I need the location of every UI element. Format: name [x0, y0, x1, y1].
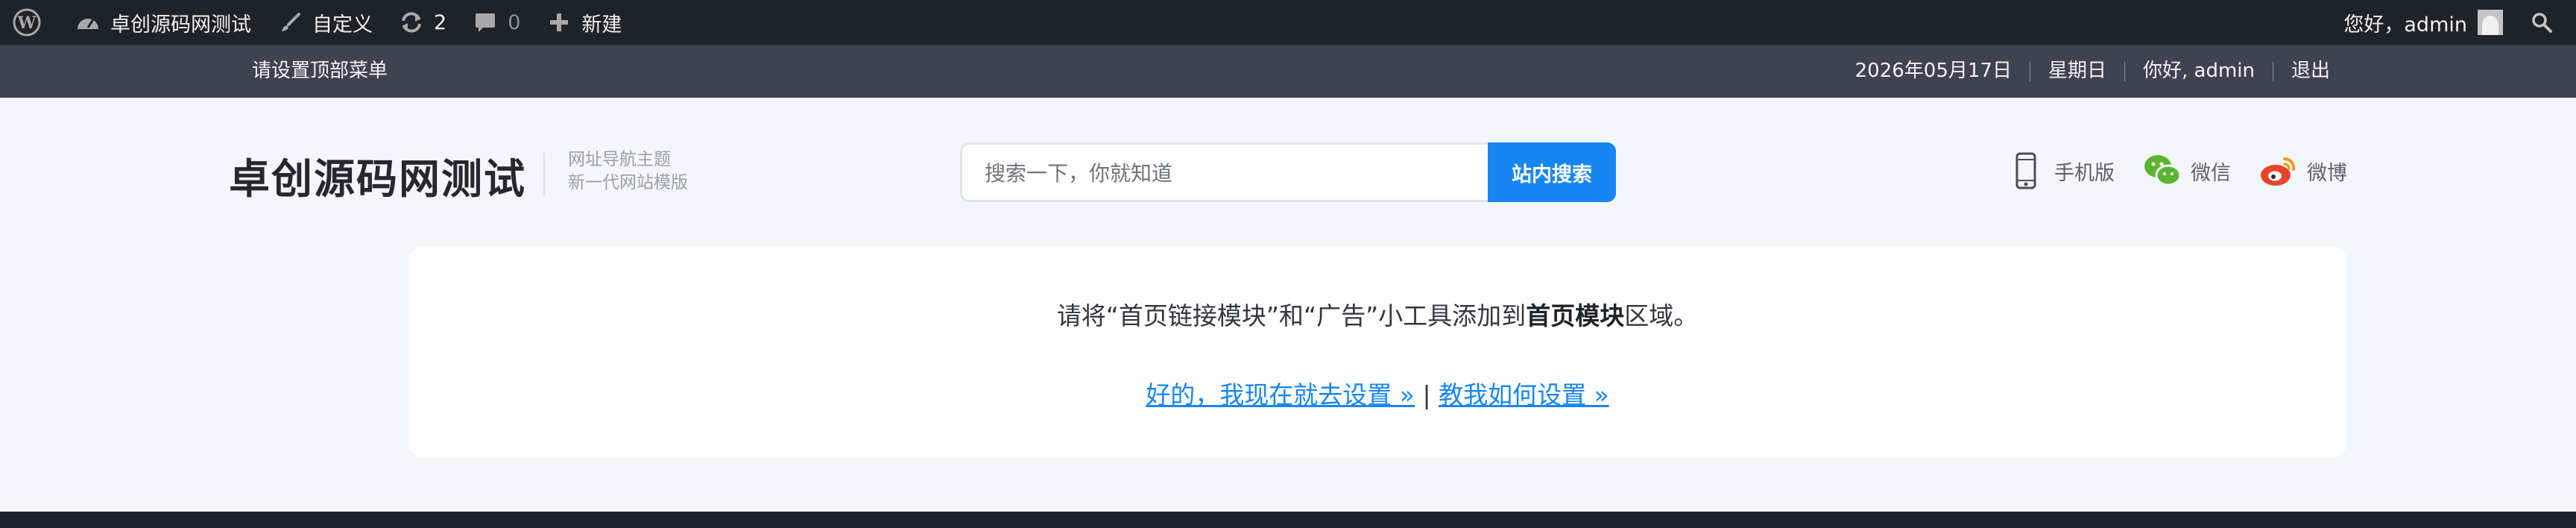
how-to-setup-link[interactable]: 教我如何设置 » [1439, 380, 1609, 409]
my-account-menu[interactable]: 您好，admin [2332, 0, 2515, 45]
weibo-link-label: 微博 [2307, 161, 2347, 185]
updates-count: 2 [434, 10, 447, 34]
notice-text: 请将“首页链接模块”和“广告”小工具添加到首页模块区域。 [408, 296, 2346, 332]
site-name-menu[interactable]: 卓创源码网测试 [61, 0, 263, 45]
notice-text-after: 区域。 [1624, 301, 1699, 330]
admin-bar: W 卓创源码网测试 自定义 2 0 新建 您好，admin [0, 0, 2576, 45]
comment-icon [470, 7, 500, 37]
comments-count: 0 [508, 10, 521, 34]
top-menu-bar: 请设置顶部菜单 2026年05月17日 星期日 你好, admin 退出 [0, 45, 2576, 98]
new-content-menu[interactable]: 新建 [532, 0, 634, 45]
notice-actions: 好的，我现在就去设置 » | 教我如何设置 » [408, 375, 2346, 411]
customize-label: 自定义 [312, 13, 373, 37]
footer-band [0, 512, 2576, 528]
brush-icon [275, 7, 305, 37]
mobile-link[interactable]: 手机版 [2007, 151, 2115, 190]
customize-link[interactable]: 自定义 [263, 0, 385, 45]
logout-link[interactable]: 退出 [2273, 45, 2348, 98]
svg-text:W: W [17, 13, 37, 33]
comments-link[interactable]: 0 [458, 0, 532, 45]
site-name-label: 卓创源码网测试 [110, 13, 251, 37]
notice-text-bold: 首页模块 [1526, 301, 1625, 330]
updates-link[interactable]: 2 [385, 0, 458, 45]
actions-divider: | [1422, 380, 1431, 409]
current-weekday: 星期日 [2048, 60, 2106, 82]
tagline-line-2: 新一代网站模版 [568, 173, 688, 192]
homepage-module-notice: 请将“首页链接模块”和“广告”小工具添加到首页模块区域。 好的，我现在就去设置 … [408, 247, 2346, 457]
admin-search-button[interactable] [2515, 0, 2576, 45]
weibo-link[interactable]: 微博 [2259, 151, 2347, 190]
search-icon [2527, 7, 2557, 37]
search-button[interactable]: 站内搜索 [1488, 142, 1616, 202]
setup-now-link[interactable]: 好的，我现在就去设置 » [1146, 380, 1415, 409]
site-logo[interactable]: 卓创源码网测试 [229, 145, 526, 205]
header-links: 手机版 微信 微博 [1978, 151, 2347, 190]
current-date: 2026年05月17日 [1854, 60, 2012, 82]
notice-text-before: 请将“首页链接模块”和“广告”小工具添加到 [1056, 301, 1527, 330]
logo-divider [543, 153, 545, 196]
site-tagline: 网址导航主题 新一代网站模版 [568, 148, 688, 195]
refresh-icon [397, 7, 426, 37]
top-menu-hint[interactable]: 请设置顶部菜单 [252, 45, 388, 98]
weibo-icon [2259, 151, 2298, 190]
wordpress-logo-button[interactable]: W [0, 0, 61, 45]
wechat-link-label: 微信 [2191, 161, 2231, 185]
wechat-icon [2143, 151, 2182, 190]
user-greeting[interactable]: 你好, admin [2125, 45, 2273, 98]
mobile-icon [2007, 151, 2045, 190]
greeting-label: 您好，admin [2343, 13, 2467, 37]
tagline-line-1: 网址导航主题 [568, 150, 671, 169]
wordpress-icon: W [12, 7, 42, 37]
dashboard-icon [73, 7, 103, 37]
plus-icon [544, 7, 574, 37]
wechat-link[interactable]: 微信 [2143, 151, 2231, 190]
avatar [2478, 10, 2503, 35]
site-search: 搜索一下，你就知道 站内搜索 [960, 142, 1616, 202]
new-label: 新建 [581, 13, 622, 37]
mobile-link-label: 手机版 [2054, 161, 2115, 185]
search-input[interactable]: 搜索一下，你就知道 [960, 142, 1488, 202]
